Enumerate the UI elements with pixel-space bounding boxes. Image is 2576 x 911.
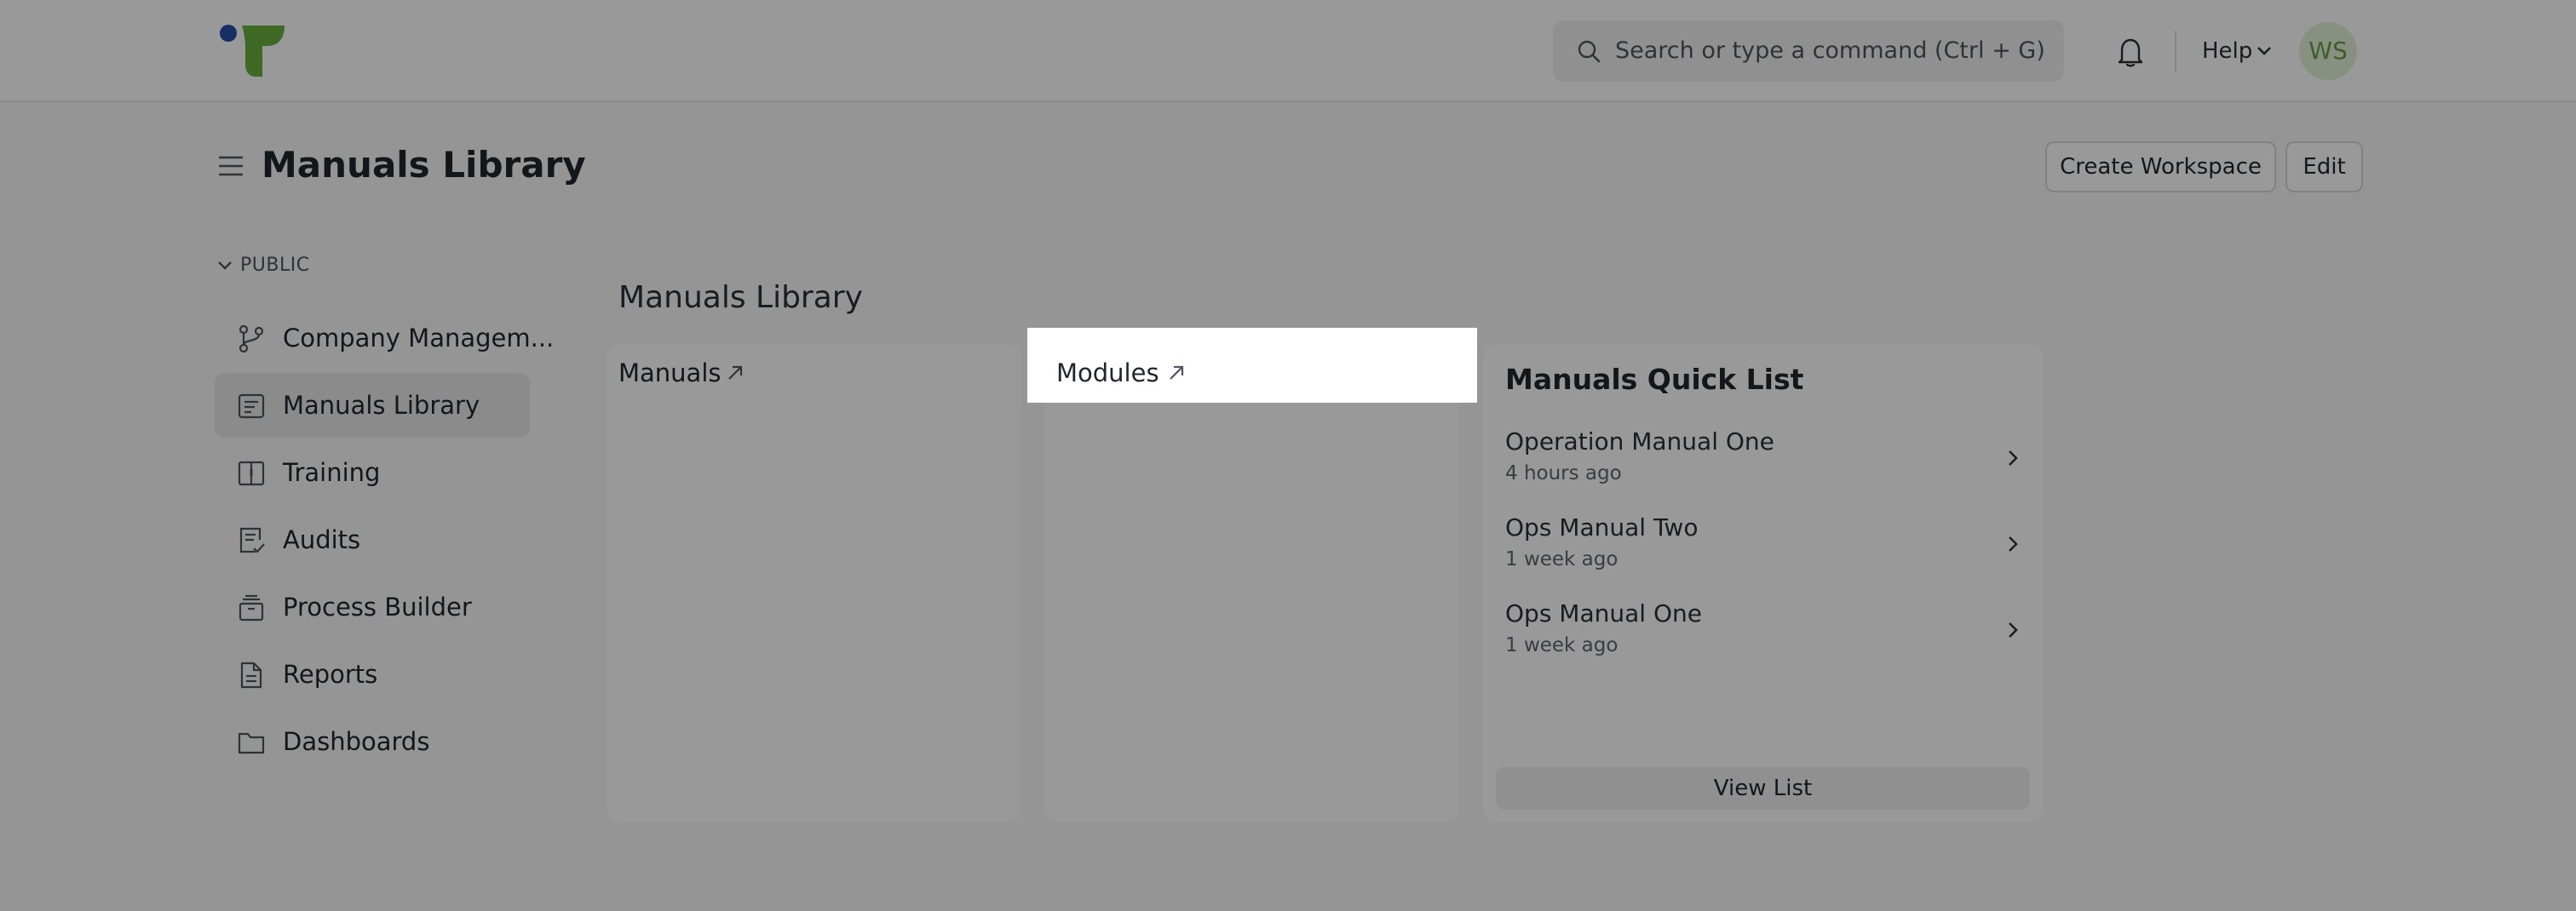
help-dropdown[interactable]: Help xyxy=(2202,36,2252,66)
user-avatar[interactable]: WS xyxy=(2299,22,2357,80)
chevron-down-icon[interactable] xyxy=(2256,44,2273,58)
hamburger-menu-icon[interactable] xyxy=(217,153,244,179)
quick-list-item-time: 4 hours ago xyxy=(1505,462,1622,484)
folder-icon xyxy=(238,732,265,754)
manuals-card xyxy=(607,345,1021,822)
bell-icon[interactable] xyxy=(2115,36,2146,68)
sidebar-item-label: Training xyxy=(283,458,381,487)
quick-list-item[interactable]: Ops Manual One 1 week ago xyxy=(1483,598,2043,683)
sidebar-item-dashboards[interactable]: Dashboards xyxy=(215,709,530,774)
document-icon xyxy=(240,662,262,689)
quick-list-item-name: Ops Manual One xyxy=(1505,599,1702,627)
sidebar-item-label: Process Builder xyxy=(283,593,472,622)
edit-button[interactable]: Edit xyxy=(2286,141,2363,192)
arrow-up-right-icon[interactable] xyxy=(726,364,745,382)
manuals-link[interactable]: Manuals xyxy=(618,356,722,390)
chevron-right-icon xyxy=(2009,536,2018,552)
navbar xyxy=(0,0,2576,102)
open-book-icon xyxy=(238,461,265,486)
sidebar-item-label: Manuals Library xyxy=(283,391,480,420)
sidebar-item-manuals-library[interactable]: Manuals Library xyxy=(215,373,530,438)
chevron-down-icon[interactable] xyxy=(217,259,233,272)
checklist-icon xyxy=(239,527,265,553)
page-title: Manuals Library xyxy=(262,144,586,186)
sidebar-item-label: Dashboards xyxy=(283,727,430,756)
chevron-right-icon xyxy=(2009,450,2018,466)
sidebar-section-public[interactable]: PUBLIC xyxy=(240,253,310,278)
search-input-placeholder[interactable]: Search or type a command (Ctrl + G) xyxy=(1615,36,2045,66)
quick-list-title: Manuals Quick List xyxy=(1505,363,1804,396)
sidebar-item-audits[interactable]: Audits xyxy=(215,507,530,572)
section-title: Manuals Library xyxy=(618,280,863,315)
app-logo-icon[interactable] xyxy=(218,24,286,78)
create-workspace-button[interactable]: Create Workspace xyxy=(2045,141,2276,192)
stack-icon xyxy=(239,594,264,622)
sidebar-item-company-management[interactable]: Company Managem... xyxy=(215,306,554,370)
sidebar-item-label: Reports xyxy=(283,660,378,689)
quick-list-item-name: Operation Manual One xyxy=(1505,427,1774,456)
view-list-button[interactable]: View List xyxy=(1496,767,2030,810)
quick-list-item-time: 1 week ago xyxy=(1505,634,1619,656)
sidebar-item-label: Audits xyxy=(283,525,361,554)
sidebar-item-training[interactable]: Training xyxy=(215,440,530,505)
quick-list-item[interactable]: Operation Manual One 4 hours ago xyxy=(1483,426,2043,511)
modules-card xyxy=(1044,345,1458,822)
quick-list-item-time: 1 week ago xyxy=(1505,548,1619,570)
search-icon xyxy=(1578,40,1601,63)
chevron-right-icon xyxy=(2009,622,2018,638)
arrow-up-right-icon[interactable] xyxy=(1167,364,1186,382)
sidebar-item-process-builder[interactable]: Process Builder xyxy=(215,575,530,639)
git-branch-icon xyxy=(239,324,264,353)
modules-highlight[interactable]: Modules xyxy=(1027,328,1477,403)
sidebar-item-reports[interactable]: Reports xyxy=(215,642,530,707)
quick-list-item[interactable]: Ops Manual Two 1 week ago xyxy=(1483,512,2043,597)
book-list-icon xyxy=(238,393,265,419)
sidebar-item-label: Company Managem... xyxy=(283,324,555,352)
quick-list-item-name: Ops Manual Two xyxy=(1505,513,1699,541)
modules-link[interactable]: Modules xyxy=(1056,356,1159,390)
navbar-divider xyxy=(2175,31,2176,72)
